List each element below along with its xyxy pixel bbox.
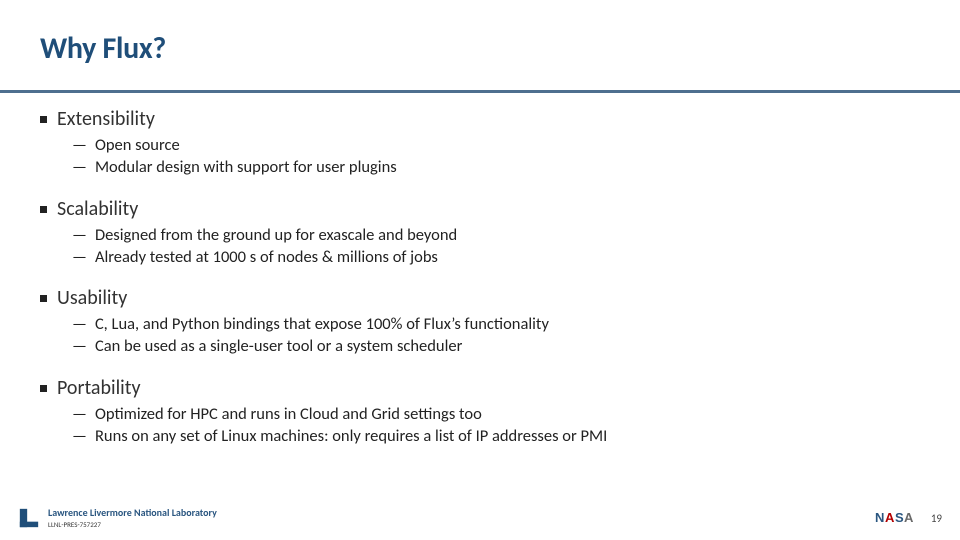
dash-icon: — (72, 134, 87, 156)
nnsa-logo-icon: N A S A (870, 506, 918, 530)
lab-name: Lawrence Livermore National Laboratory (48, 508, 217, 518)
slide-content: Extensibility — Open source — Modular de… (40, 107, 920, 447)
list-item-text: Open source (95, 134, 180, 156)
slide: Why Flux? Extensibility — Open source — … (0, 0, 960, 540)
section-heading: Usability (40, 286, 920, 311)
list-item: — Can be used as a single-user tool or a… (72, 335, 920, 357)
llnl-mark-icon (18, 507, 40, 529)
dash-icon: — (72, 246, 87, 268)
dash-icon: — (72, 313, 87, 335)
section-items: — C, Lua, and Python bindings that expos… (72, 313, 920, 358)
list-item: — C, Lua, and Python bindings that expos… (72, 313, 920, 335)
llnl-logo: Lawrence Livermore National Laboratory L… (18, 507, 217, 529)
bullet-square-icon (40, 385, 47, 392)
section-usability: Usability — C, Lua, and Python bindings … (40, 286, 920, 358)
list-item: — Runs on any set of Linux machines: onl… (72, 425, 920, 447)
bullet-square-icon (40, 295, 47, 302)
list-item: — Designed from the ground up for exasca… (72, 224, 920, 246)
svg-text:A: A (904, 510, 914, 525)
bullet-square-icon (40, 116, 47, 123)
section-extensibility: Extensibility — Open source — Modular de… (40, 107, 920, 179)
list-item-text: C, Lua, and Python bindings that expose … (95, 313, 549, 335)
list-item-text: Can be used as a single-user tool or a s… (95, 335, 462, 357)
section-heading: Portability (40, 376, 920, 401)
section-heading-text: Portability (57, 376, 141, 401)
list-item-text: Runs on any set of Linux machines: only … (95, 425, 607, 447)
list-item-text: Already tested at 1000 s of nodes & mill… (95, 246, 438, 268)
svg-text:N: N (875, 510, 884, 525)
page-number: 19 (926, 512, 942, 525)
slide-footer: Lawrence Livermore National Laboratory L… (0, 496, 960, 540)
section-heading-text: Scalability (57, 197, 138, 222)
section-scalability: Scalability — Designed from the ground u… (40, 197, 920, 269)
svg-text:A: A (885, 510, 895, 525)
list-item-text: Designed from the ground up for exascale… (95, 224, 457, 246)
section-heading-text: Extensibility (57, 107, 155, 132)
section-heading-text: Usability (57, 286, 127, 311)
list-item-text: Optimized for HPC and runs in Cloud and … (95, 403, 482, 425)
nnsa-logo-group: N A S A 19 (870, 506, 942, 530)
svg-text:S: S (895, 510, 904, 525)
list-item: — Open source (72, 134, 920, 156)
dash-icon: — (72, 156, 87, 178)
dash-icon: — (72, 403, 87, 425)
section-heading: Extensibility (40, 107, 920, 132)
section-items: — Optimized for HPC and runs in Cloud an… (72, 403, 920, 448)
section-portability: Portability — Optimized for HPC and runs… (40, 376, 920, 448)
section-items: — Designed from the ground up for exasca… (72, 224, 920, 269)
dash-icon: — (72, 224, 87, 246)
title-rule (0, 90, 960, 93)
list-item: — Modular design with support for user p… (72, 156, 920, 178)
section-heading: Scalability (40, 197, 920, 222)
dash-icon: — (72, 335, 87, 357)
bullet-square-icon (40, 206, 47, 213)
slide-title: Why Flux? (40, 30, 920, 67)
section-items: — Open source — Modular design with supp… (72, 134, 920, 179)
list-item: — Optimized for HPC and runs in Cloud an… (72, 403, 920, 425)
list-item: — Already tested at 1000 s of nodes & mi… (72, 246, 920, 268)
list-item-text: Modular design with support for user plu… (95, 156, 397, 178)
dash-icon: — (72, 425, 87, 447)
doc-code: LLNL-PRES-757227 (48, 521, 217, 528)
llnl-text: Lawrence Livermore National Laboratory L… (48, 508, 217, 528)
